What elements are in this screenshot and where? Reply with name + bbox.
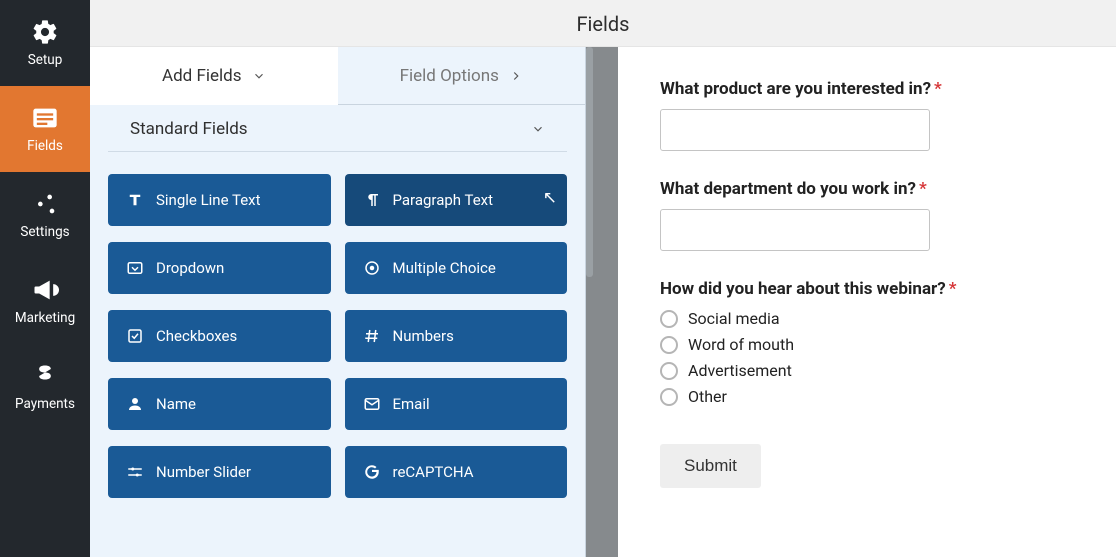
radio-icon bbox=[660, 362, 678, 380]
field-email[interactable]: Email bbox=[345, 378, 568, 430]
radio-option[interactable]: Word of mouth bbox=[660, 335, 1070, 354]
nav-setup[interactable]: Setup bbox=[0, 0, 90, 86]
field-label: Name bbox=[156, 395, 196, 413]
field-label: Checkboxes bbox=[156, 327, 237, 345]
field-checkboxes[interactable]: Checkboxes bbox=[108, 310, 331, 362]
field-label: Email bbox=[393, 395, 430, 413]
field-recaptcha[interactable]: reCAPTCHA bbox=[345, 446, 568, 498]
cursor-icon: ↖ bbox=[543, 188, 557, 208]
field-label: Single Line Text bbox=[156, 191, 261, 209]
submit-button[interactable]: Submit bbox=[660, 444, 761, 488]
field-label: Paragraph Text bbox=[393, 191, 494, 209]
field-multiple-choice[interactable]: Multiple Choice bbox=[345, 242, 568, 294]
question-hear-about: How did you hear about this webinar?* So… bbox=[660, 279, 1070, 406]
paragraph-icon bbox=[363, 191, 381, 209]
question-label: How did you hear about this webinar?* bbox=[660, 279, 1070, 299]
dropdown-icon bbox=[126, 259, 144, 277]
radio-icon bbox=[363, 259, 381, 277]
chevron-right-icon bbox=[509, 69, 523, 83]
panel-scrollbar[interactable] bbox=[586, 47, 593, 277]
nav-label: Marketing bbox=[15, 310, 75, 326]
field-dropdown[interactable]: Dropdown bbox=[108, 242, 331, 294]
question-label: What product are you interested in?* bbox=[660, 79, 1070, 99]
nav-fields[interactable]: Fields bbox=[0, 86, 90, 172]
hash-icon bbox=[363, 327, 381, 345]
sliders-icon bbox=[31, 190, 59, 218]
nav-settings[interactable]: Settings bbox=[0, 172, 90, 258]
page-title: Fields bbox=[90, 0, 1116, 47]
required-mark: * bbox=[934, 79, 942, 99]
bullhorn-icon bbox=[31, 276, 59, 304]
person-icon bbox=[126, 395, 144, 413]
field-label: Numbers bbox=[393, 327, 454, 345]
field-panel: Add Fields Field Options Standard Fields… bbox=[90, 47, 586, 557]
nav-payments[interactable]: Payments bbox=[0, 344, 90, 430]
nav-marketing[interactable]: Marketing bbox=[0, 258, 90, 344]
question-label: What department do you work in?* bbox=[660, 179, 1070, 199]
gear-icon bbox=[31, 18, 59, 46]
product-input[interactable] bbox=[660, 109, 930, 151]
question-department: What department do you work in?* bbox=[660, 179, 1070, 251]
radio-option[interactable]: Other bbox=[660, 387, 1070, 406]
envelope-icon bbox=[363, 395, 381, 413]
nav-label: Settings bbox=[20, 224, 69, 240]
checkbox-icon bbox=[126, 327, 144, 345]
field-name[interactable]: Name bbox=[108, 378, 331, 430]
google-icon bbox=[363, 463, 381, 481]
form-preview: What product are you interested in?* Wha… bbox=[618, 47, 1116, 557]
radio-option[interactable]: Advertisement bbox=[660, 361, 1070, 380]
nav-label: Setup bbox=[28, 52, 63, 68]
field-single-line-text[interactable]: Single Line Text bbox=[108, 174, 331, 226]
text-icon bbox=[126, 191, 144, 209]
nav-label: Payments bbox=[15, 396, 75, 412]
form-icon bbox=[31, 104, 59, 132]
field-numbers[interactable]: Numbers bbox=[345, 310, 568, 362]
dollar-icon bbox=[31, 362, 59, 390]
field-paragraph-text[interactable]: Paragraph Text ↖ bbox=[345, 174, 568, 226]
required-mark: * bbox=[949, 279, 957, 299]
required-mark: * bbox=[919, 179, 927, 199]
radio-icon bbox=[660, 310, 678, 328]
chevron-down-icon bbox=[531, 122, 545, 136]
field-label: Dropdown bbox=[156, 259, 224, 277]
tab-label: Field Options bbox=[400, 66, 499, 86]
question-product: What product are you interested in?* bbox=[660, 79, 1070, 151]
field-label: Multiple Choice bbox=[393, 259, 496, 277]
field-number-slider[interactable]: Number Slider bbox=[108, 446, 331, 498]
chevron-down-icon bbox=[252, 69, 266, 83]
field-label: reCAPTCHA bbox=[393, 463, 474, 481]
field-label: Number Slider bbox=[156, 463, 251, 481]
tab-field-options[interactable]: Field Options bbox=[338, 47, 586, 105]
nav-label: Fields bbox=[27, 138, 63, 154]
radio-icon bbox=[660, 336, 678, 354]
tab-add-fields[interactable]: Add Fields bbox=[90, 47, 338, 105]
section-title: Standard Fields bbox=[130, 119, 248, 139]
slider-icon bbox=[126, 463, 144, 481]
radio-icon bbox=[660, 388, 678, 406]
section-standard-fields[interactable]: Standard Fields bbox=[108, 105, 567, 152]
department-input[interactable] bbox=[660, 209, 930, 251]
tab-label: Add Fields bbox=[162, 66, 242, 86]
radio-option[interactable]: Social media bbox=[660, 309, 1070, 328]
left-nav: Setup Fields Settings Marketing Payments bbox=[0, 0, 90, 557]
